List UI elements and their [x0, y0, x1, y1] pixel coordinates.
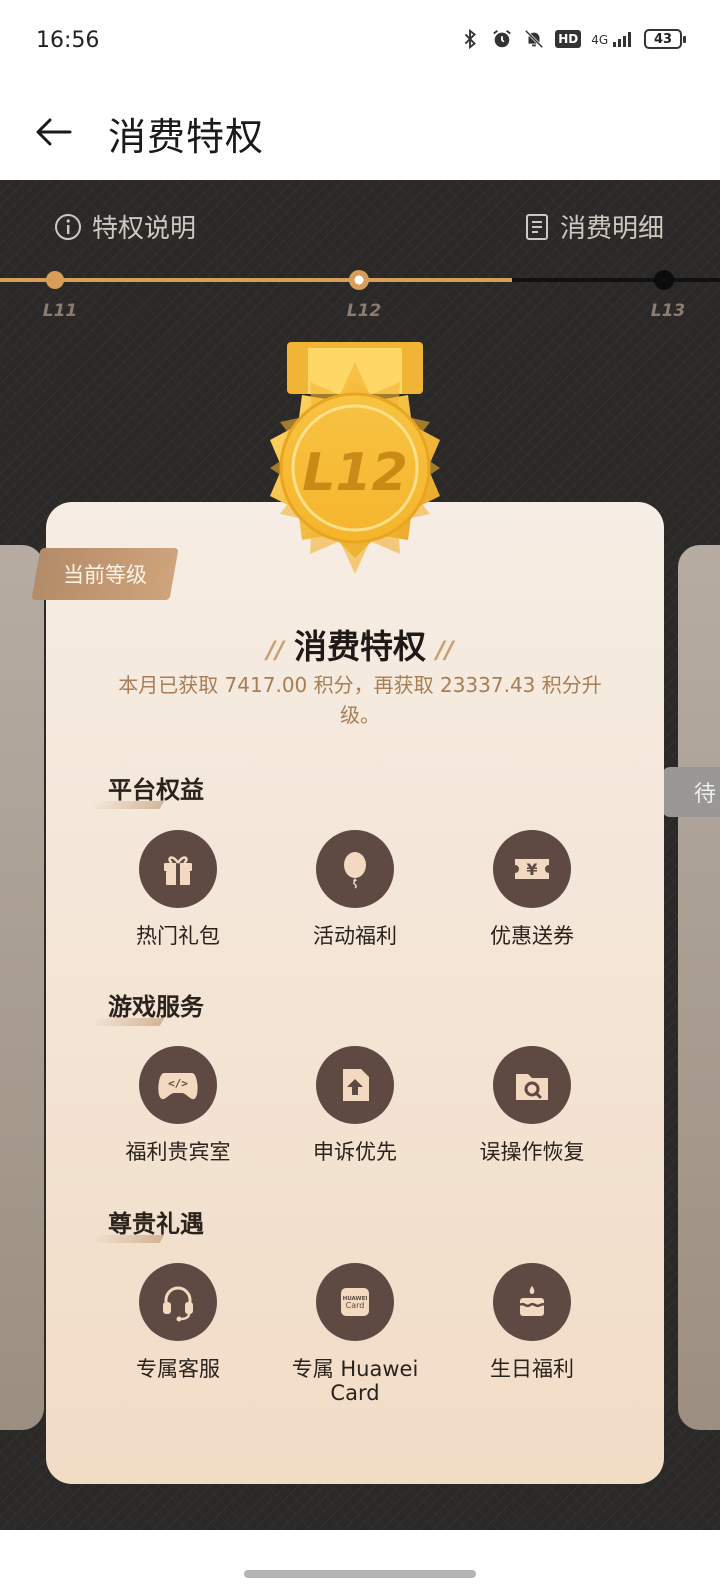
level-progress: L11 L12 L13 [0, 270, 720, 321]
privilege-info-link[interactable]: 特权说明 [54, 208, 196, 245]
title-quote-right: // [436, 636, 454, 664]
benefit-label: 专属客服 [136, 1357, 220, 1381]
level-node-l13[interactable] [654, 270, 674, 290]
medal-level-text: L12 [302, 443, 408, 503]
hero-topline: 特权说明 消费明细 [0, 180, 720, 280]
section-title-game: 游戏服务 [108, 987, 204, 1022]
card-title-text: 消费特权 [294, 627, 426, 666]
level-label-l13: L13 [651, 301, 686, 321]
benefit-label: 生日福利 [490, 1357, 574, 1381]
benefit-activity-welfare[interactable]: 活动福利 [267, 830, 443, 948]
benefit-label: 误操作恢复 [479, 1140, 585, 1164]
coupon-icon: ¥ [493, 830, 571, 908]
section-grid-platform: 热门礼包 活动福利 ¥ 优惠送券 [90, 830, 620, 948]
card-title: // 消费特权 // [0, 620, 720, 668]
info-icon [55, 213, 81, 240]
benefit-label: 优惠送券 [490, 924, 574, 948]
app-bar: 消费特权 [0, 84, 720, 180]
benefit-birthday[interactable]: 生日福利 [444, 1263, 620, 1405]
prev-level-card[interactable] [0, 545, 44, 1430]
next-level-card[interactable] [678, 545, 720, 1430]
benefit-hot-gift[interactable]: 热门礼包 [90, 830, 266, 948]
consumption-detail-label: 消费明细 [559, 214, 664, 244]
title-quote-left: // [266, 636, 284, 664]
svg-text:</>: </> [168, 1077, 188, 1090]
svg-text:¥: ¥ [526, 860, 537, 879]
benefit-exclusive-service[interactable]: 专属客服 [90, 1263, 266, 1405]
benefit-appeal-priority[interactable]: 申诉优先 [267, 1046, 443, 1164]
benefit-label: 专属 Huawei Card [291, 1357, 419, 1405]
home-gesture-handle[interactable] [244, 1570, 476, 1578]
next-level-tag-label: 待 [693, 782, 716, 807]
benefit-misoperation-recovery[interactable]: 误操作恢复 [444, 1046, 620, 1164]
card-icon: HUAWEI Card [316, 1263, 394, 1341]
benefit-coupon[interactable]: ¥ 优惠送券 [444, 830, 620, 948]
battery-icon: 43 [644, 29, 686, 49]
page-title: 消费特权 [108, 115, 265, 159]
back-arrow-icon[interactable] [30, 108, 78, 156]
svg-text:Card: Card [346, 1301, 365, 1310]
alarm-icon [493, 30, 512, 48]
level-medal-icon: L12 [270, 342, 440, 574]
current-level-tag: 当前等级 [31, 548, 179, 600]
gesture-bar-area [0, 1530, 720, 1592]
gamepad-icon: </> [139, 1046, 217, 1124]
consumption-detail-link[interactable]: 消费明细 [524, 208, 664, 245]
hd-icon: HD [555, 30, 582, 48]
level-node-current-dot [354, 275, 364, 285]
bluetooth-icon [464, 28, 477, 50]
level-label-l12: L12 [347, 301, 382, 321]
hero-area: 特权说明 消费明细 L11 L12 L13 待 当前等级 L12 // 消费特权… [0, 180, 720, 1530]
section-title-honor: 尊贵礼遇 [108, 1204, 204, 1239]
folder-search-icon [493, 1046, 571, 1124]
benefit-label: 活动福利 [313, 924, 397, 948]
points-progress-text: 本月已获取 7417.00 积分，再获取 23337.43 积分升级。 [118, 673, 602, 727]
privilege-info-label: 特权说明 [92, 214, 197, 244]
benefit-label: 福利贵宾室 [125, 1140, 231, 1164]
next-level-tag: 待 [662, 767, 720, 817]
status-icons: HD 4G 43 [459, 28, 686, 50]
headset-icon [139, 1263, 217, 1341]
balloon-icon [316, 830, 394, 908]
benefit-huawei-card[interactable]: HUAWEI Card 专属 Huawei Card [267, 1263, 443, 1405]
list-doc-icon [525, 213, 548, 240]
section-grid-honor: 专属客服 HUAWEI Card 专属 Huawei Card 生日福利 [90, 1263, 620, 1405]
status-time: 16:56 [36, 28, 100, 53]
benefit-label: 热门礼包 [136, 924, 220, 948]
benefit-vip-lounge[interactable]: </> 福利贵宾室 [90, 1046, 266, 1164]
signal-icon: 4G [591, 31, 634, 47]
level-label-l11: L11 [43, 301, 78, 321]
level-node-l11[interactable] [46, 271, 64, 289]
benefit-label: 申诉优先 [313, 1140, 397, 1164]
appeal-icon [316, 1046, 394, 1124]
battery-level: 43 [653, 31, 673, 47]
cake-icon [493, 1263, 571, 1341]
status-bar: 16:56 HD 4G 43 [0, 0, 720, 84]
section-title-platform: 平台权益 [108, 770, 204, 805]
section-grid-game: </> 福利贵宾室 申诉优先 误操作恢复 [90, 1046, 620, 1164]
gift-icon [139, 830, 217, 908]
current-level-tag-label: 当前等级 [63, 563, 147, 587]
mute-bell-icon [524, 29, 544, 49]
network-type: 4G [591, 33, 609, 47]
